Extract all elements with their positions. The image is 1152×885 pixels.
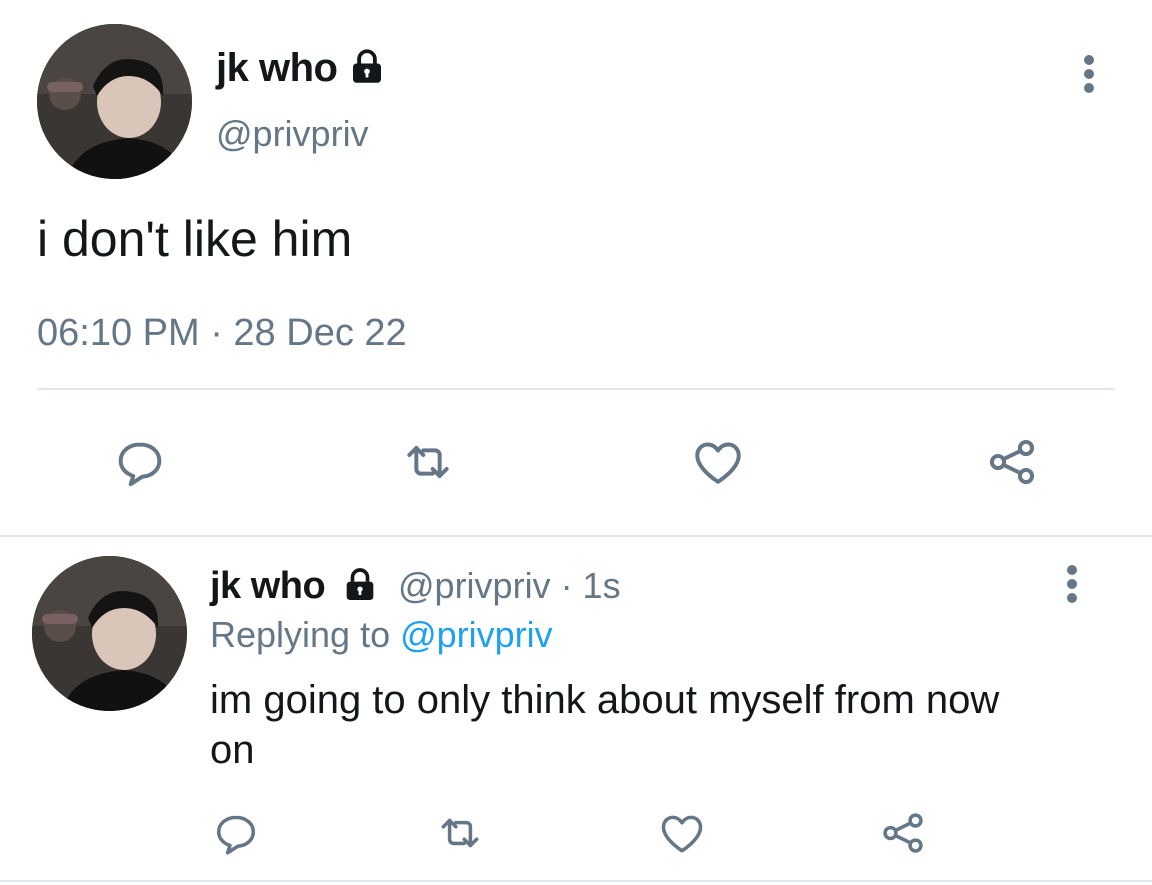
like-icon xyxy=(657,808,707,858)
like-button[interactable] xyxy=(688,432,748,492)
profile-photo-icon xyxy=(32,556,187,711)
more-options-icon[interactable] xyxy=(1074,52,1104,96)
reply-button[interactable] xyxy=(110,432,170,492)
like-button[interactable] xyxy=(652,803,712,863)
replying-to-label: Replying to xyxy=(210,614,401,655)
retweet-button[interactable] xyxy=(430,803,490,863)
reply-icon xyxy=(211,808,261,858)
retweet-icon xyxy=(400,434,456,490)
replying-to-line: Replying to @privpriv xyxy=(210,612,553,658)
main-tweet-text: i don't like him xyxy=(37,211,353,267)
lock-icon xyxy=(346,46,388,88)
share-button[interactable] xyxy=(873,803,933,863)
main-display-name[interactable]: jk who xyxy=(216,44,338,92)
more-options-icon[interactable] xyxy=(1057,562,1087,606)
share-button[interactable] xyxy=(982,432,1042,492)
retweet-icon xyxy=(435,808,485,858)
reply-tweet-text-line-1: im going to only think about myself from… xyxy=(210,678,1000,722)
reply-button[interactable] xyxy=(206,803,266,863)
share-icon xyxy=(984,434,1040,490)
reply-avatar[interactable] xyxy=(32,556,187,711)
main-timestamp[interactable]: 06:10 PM · 28 Dec 22 xyxy=(37,310,407,356)
reply-tweet-text-line-2: on xyxy=(210,728,255,772)
profile-photo-icon xyxy=(37,24,192,179)
reply-handle-time[interactable]: @privpriv · 1s xyxy=(398,563,621,609)
reply-display-name[interactable]: jk who xyxy=(210,563,326,609)
share-icon xyxy=(878,808,928,858)
replying-to-handle[interactable]: @privpriv xyxy=(400,614,553,655)
lock-icon xyxy=(340,565,380,605)
retweet-button[interactable] xyxy=(398,432,458,492)
main-avatar[interactable] xyxy=(37,24,192,179)
like-icon xyxy=(690,434,746,490)
reply-icon xyxy=(112,434,168,490)
tweet-separator xyxy=(0,535,1152,537)
divider xyxy=(37,388,1115,390)
main-handle[interactable]: @privpriv xyxy=(216,112,369,156)
bottom-divider xyxy=(0,880,1152,882)
